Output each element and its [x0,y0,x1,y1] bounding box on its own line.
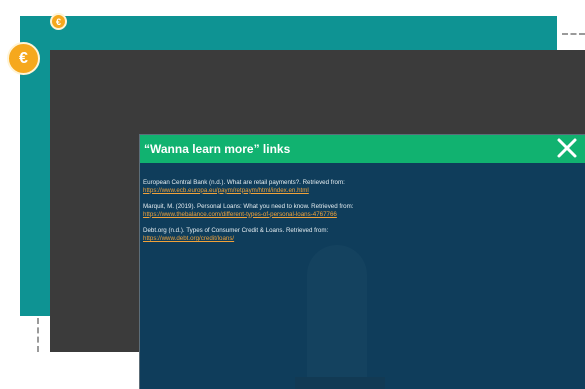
slide-frame: “Wanna learn more” links European Centra… [50,50,585,389]
euro-coin-icon: € [50,13,67,30]
reference-link[interactable]: https://www.debt.org/credit/loans/ [143,235,579,243]
reference-citation: European Central Bank (n.d.). What are r… [143,179,345,186]
reference-list: European Central Bank (n.d.). What are r… [143,179,579,252]
dashed-connector-top [562,33,585,35]
euro-coin-icon: € [7,42,40,75]
dashed-connector-left [37,318,39,352]
reference-citation: Debt.org (n.d.). Types of Consumer Credi… [143,227,329,235]
close-icon[interactable] [556,137,578,159]
background-figure-base [295,377,385,389]
euro-symbol: € [19,49,28,67]
reference-link[interactable]: https://www.thebalance.com/different-typ… [143,211,579,219]
reference-link[interactable]: https://www.ecb.europa.eu/paym/retpaym/h… [143,187,579,195]
background-figure [307,245,367,389]
reference-item: Debt.org (n.d.). Types of Consumer Credi… [143,227,579,242]
modal-title: “Wanna learn more” links [144,142,291,156]
links-modal: “Wanna learn more” links European Centra… [139,134,585,389]
reference-citation: Marquit, M. (2019). Personal Loans: What… [143,203,354,211]
reference-item: Marquit, M. (2019). Personal Loans: What… [143,203,579,218]
modal-header: “Wanna learn more” links [140,135,585,163]
reference-item: European Central Bank (n.d.). What are r… [143,179,579,194]
euro-symbol: € [55,16,61,27]
